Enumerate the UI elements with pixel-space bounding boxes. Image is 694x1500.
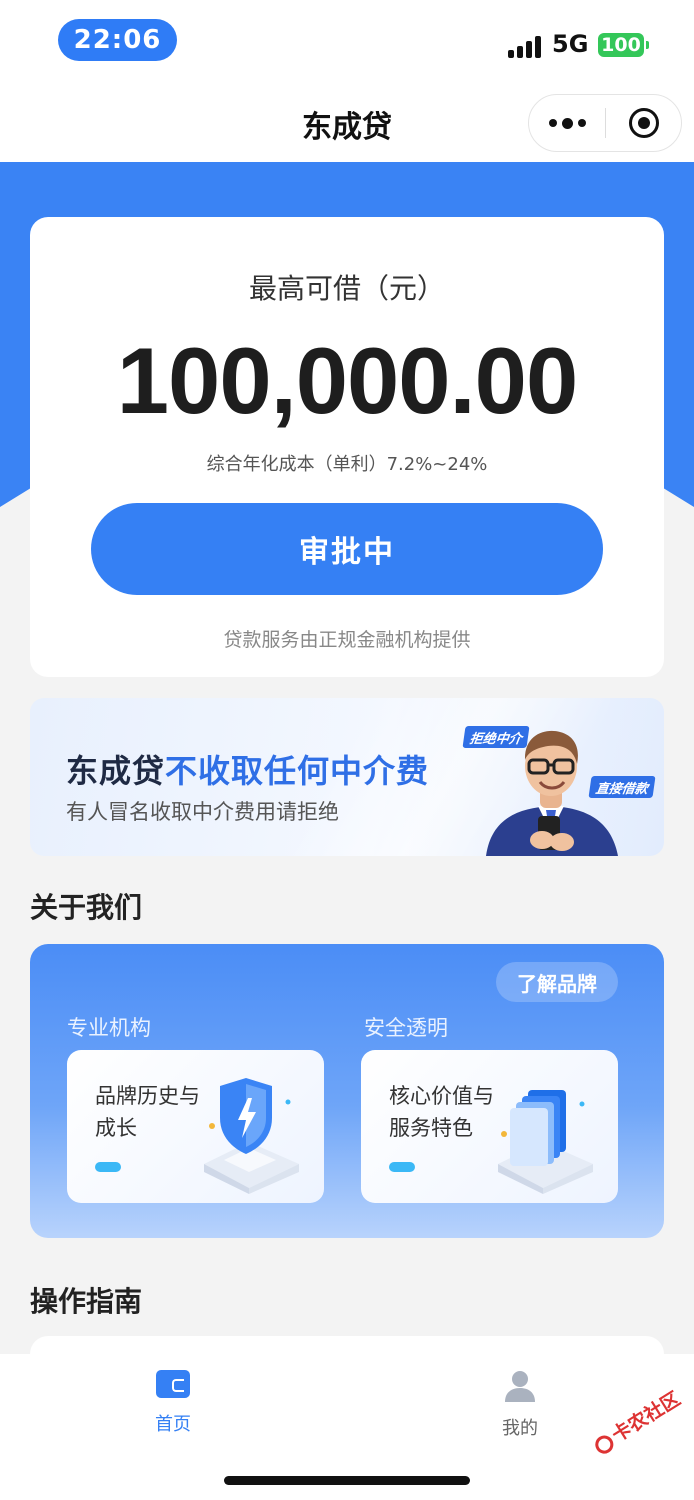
brand-history-card[interactable]: 品牌历史与 成长 (67, 1050, 324, 1203)
about-section-title: 关于我们 (30, 891, 143, 924)
home-indicator (224, 1476, 470, 1485)
user-icon (505, 1371, 535, 1402)
core-values-card[interactable]: 核心价值与 服务特色 (361, 1050, 618, 1203)
more-dot-icon (561, 117, 573, 129)
provider-note: 贷款服务由正规金融机构提供 (223, 629, 471, 651)
reject-agent-tag: 拒绝中介 (462, 726, 530, 748)
document-stack-icon (498, 1090, 593, 1194)
banner-brand: 东成贷 (66, 752, 166, 790)
tab-home-label: 首页 (155, 1414, 191, 1435)
about-card: 了解品牌 专业机构 安全透明 品牌历史与 成长 核心价值与 服务特色 (30, 944, 664, 1238)
learn-brand-button[interactable]: 了解品牌 (496, 962, 618, 1002)
signal-icon (508, 34, 541, 58)
target-icon (628, 108, 659, 138)
nav-bar: 东成贷 (0, 80, 694, 162)
secure-label: 安全透明 (364, 1016, 448, 1040)
network-type: 5G (552, 30, 589, 58)
card-indicator (95, 1162, 121, 1172)
tab-home[interactable]: 首页 (113, 1370, 233, 1436)
annual-rate-text: 综合年化成本（单利）7.2%~24% (206, 454, 488, 475)
direct-loan-tag: 直接借款 (588, 776, 656, 798)
professional-label: 专业机构 (67, 1016, 151, 1040)
card-indicator (389, 1162, 415, 1172)
more-menu-button[interactable] (529, 95, 605, 151)
banner-subtitle: 有人冒名收取中介费用请拒绝 (66, 800, 339, 824)
approval-status-button[interactable]: 审批中 (91, 503, 603, 595)
max-borrow-label: 最高可借（元） (248, 272, 445, 305)
status-time: 22:06 (58, 19, 177, 61)
close-miniprogram-button[interactable] (606, 95, 681, 151)
guide-section-title: 操作指南 (30, 1285, 143, 1318)
more-dot-icon (548, 119, 557, 127)
more-dot-icon (577, 119, 586, 127)
wallet-icon (156, 1370, 190, 1398)
tab-bar: 首页 我的 (0, 1354, 694, 1500)
no-fee-banner[interactable]: 东成贷不收取任何中介费 有人冒名收取中介费用请拒绝 拒绝中介 直接借款 (30, 698, 664, 856)
shield-icon (204, 1078, 299, 1194)
tab-mine-label: 我的 (502, 1418, 538, 1439)
battery-icon: 100 (598, 33, 649, 57)
banner-highlight: 不收取任何中介费 (165, 752, 430, 790)
miniprogram-capsule (528, 94, 682, 152)
loan-amount: 100,000.00 (116, 328, 578, 433)
status-bar: 22:06 5G 100 (0, 0, 694, 80)
loan-card: 最高可借（元） 100,000.00 综合年化成本（单利）7.2%~24% 审批… (30, 217, 664, 677)
tab-mine[interactable]: 我的 (460, 1370, 580, 1440)
banner-title: 东成贷不收取任何中介费 (66, 746, 429, 792)
